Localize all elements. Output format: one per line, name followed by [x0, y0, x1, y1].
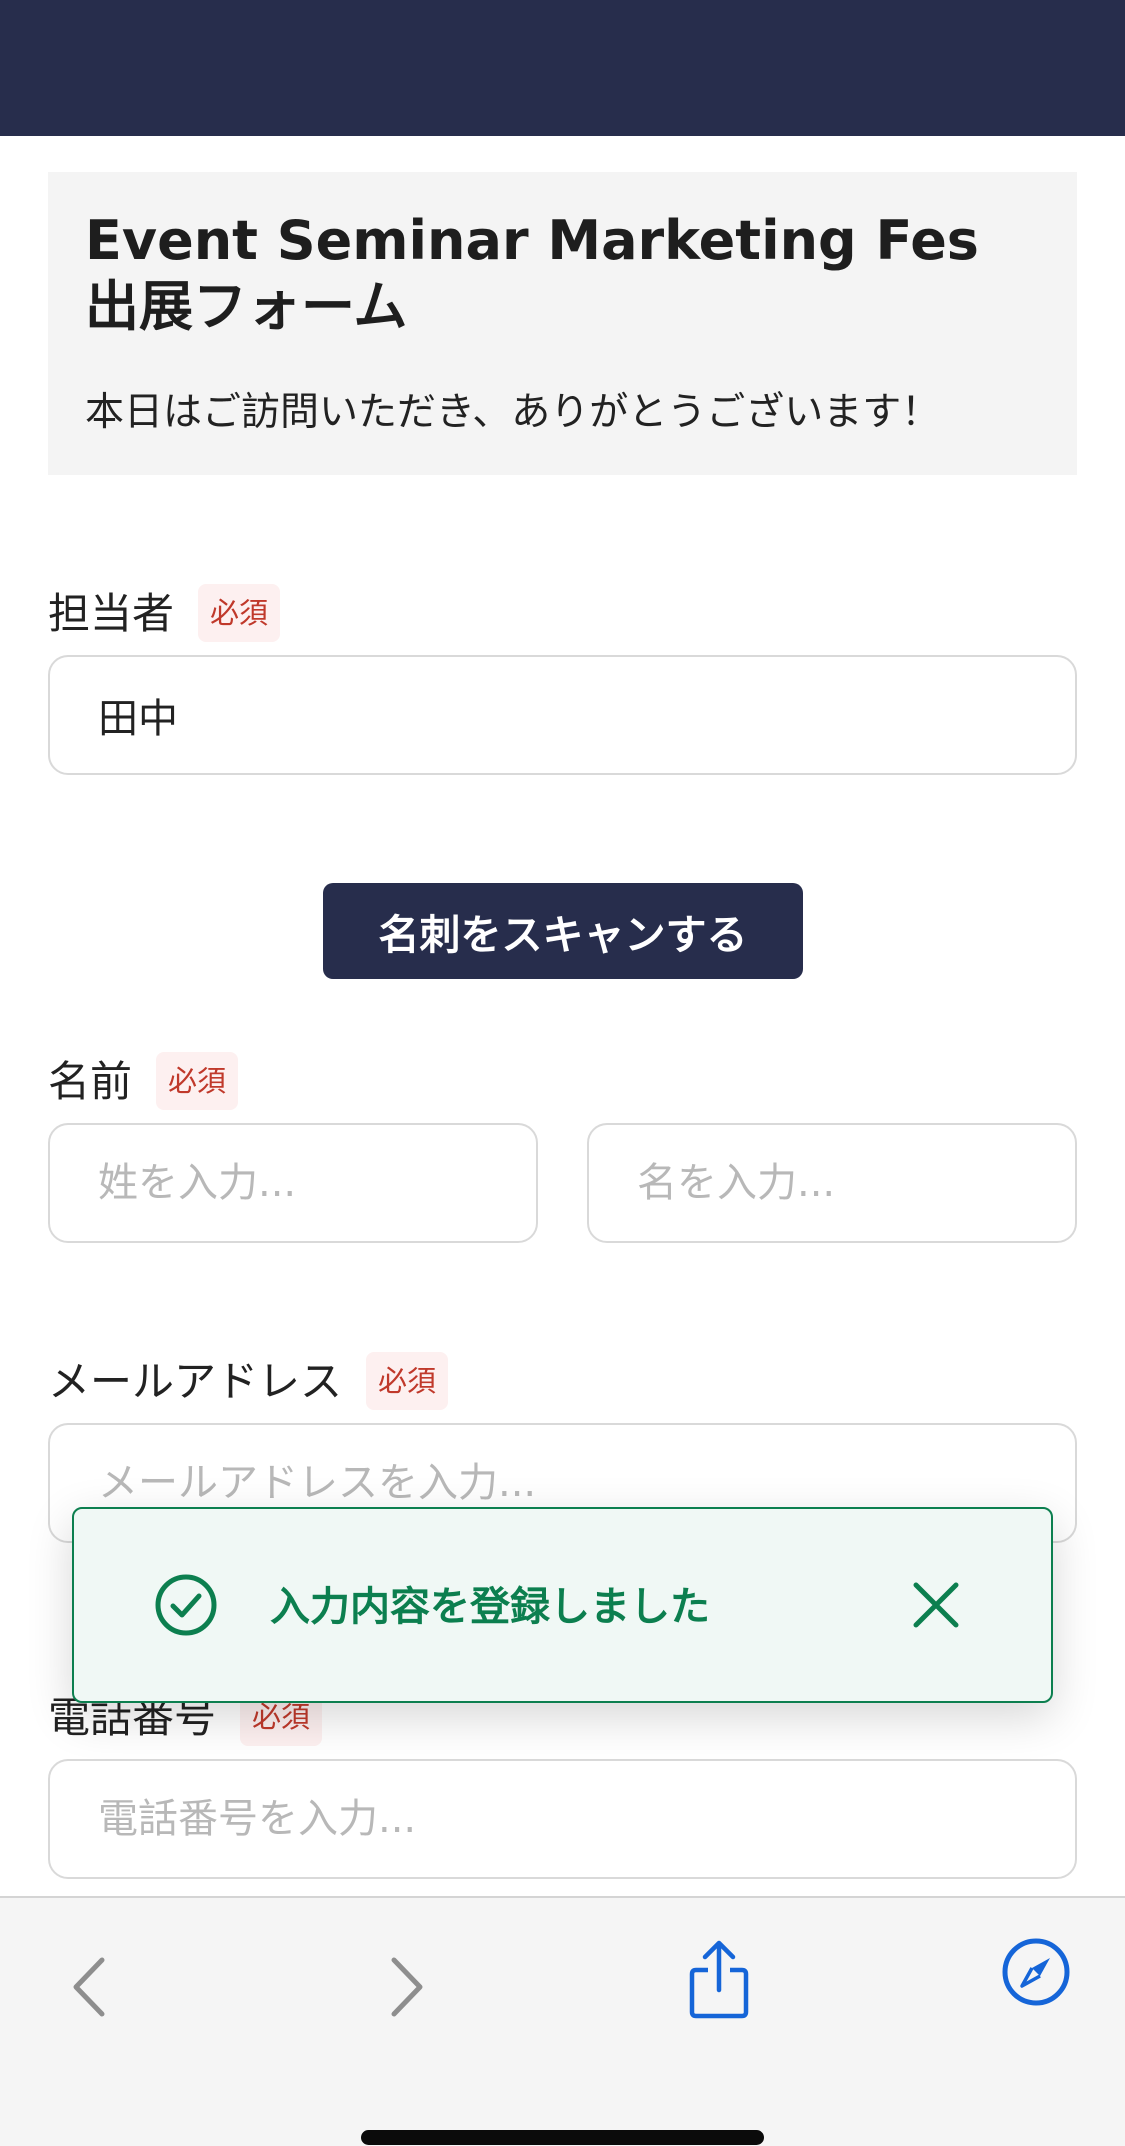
assignee-input[interactable] [48, 655, 1077, 775]
home-indicator [361, 2130, 764, 2145]
form-title: Event Seminar Marketing Fes出展フォーム [85, 209, 979, 338]
compass-icon[interactable] [1000, 1936, 1072, 2012]
email-label: メールアドレス [48, 1357, 343, 1406]
toast-message: 入力内容を登録しました [270, 1584, 710, 1630]
form-subtitle: 本日はご訪問いただき、ありがとうございます！ [85, 390, 941, 435]
forward-chevron-icon[interactable] [384, 1952, 432, 2026]
phone-input[interactable] [48, 1759, 1077, 1879]
browser-toolbar [0, 1896, 1125, 2146]
share-icon[interactable] [686, 1940, 752, 2024]
success-toast: 入力内容を登録しました [72, 1507, 1053, 1703]
back-chevron-icon[interactable] [64, 1952, 112, 2026]
assignee-required-badge: 必須 [198, 584, 281, 642]
check-circle-icon [154, 1573, 218, 1637]
last-name-input[interactable] [48, 1123, 538, 1243]
first-name-input[interactable] [587, 1123, 1077, 1243]
name-required-badge: 必須 [156, 1052, 239, 1110]
top-header-bar [0, 0, 1125, 136]
scan-business-card-button[interactable]: 名刺をスキャンする [323, 883, 803, 979]
assignee-label: 担当者 [48, 589, 175, 638]
name-label: 名前 [48, 1057, 133, 1106]
close-icon[interactable] [904, 1573, 968, 1637]
email-required-badge: 必須 [366, 1352, 449, 1410]
